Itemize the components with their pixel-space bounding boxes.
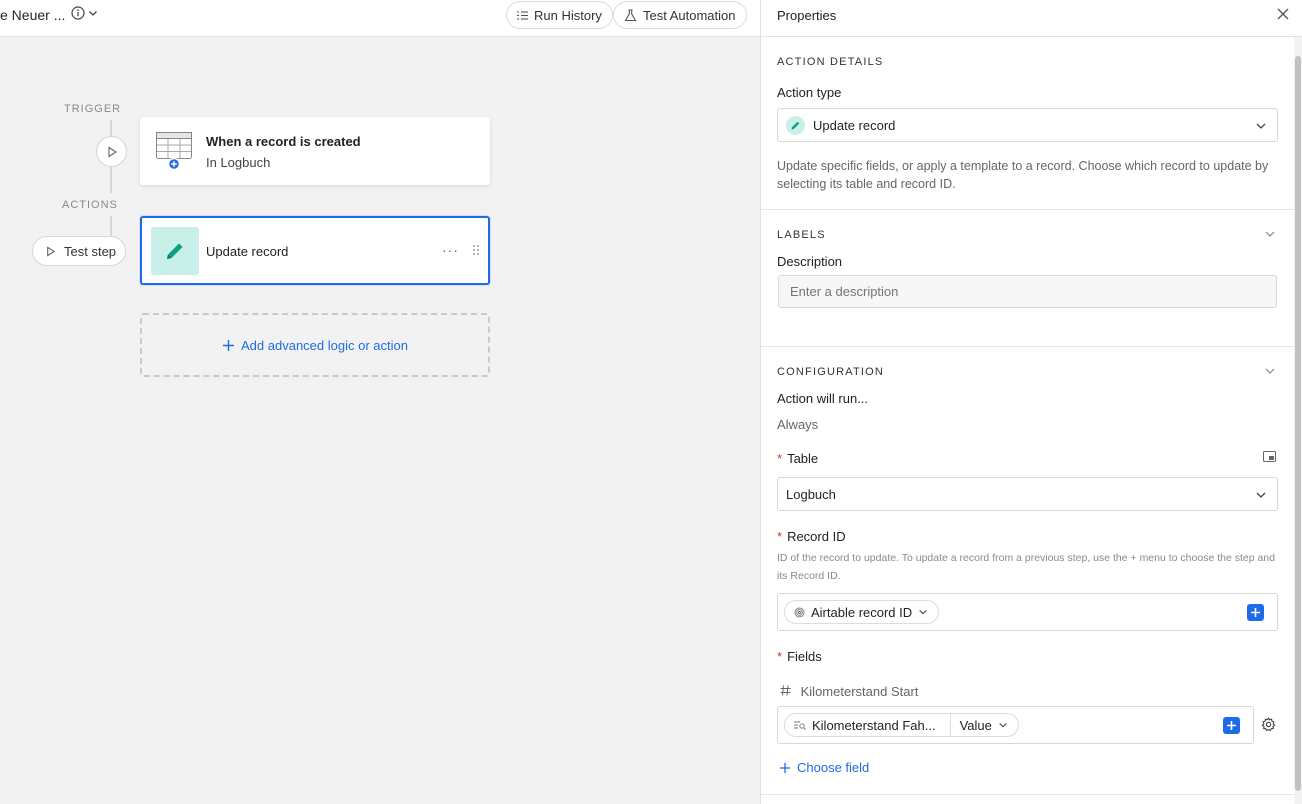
section-divider — [761, 346, 1295, 347]
insert-token-plus-icon[interactable] — [1223, 717, 1240, 734]
field-token-sub-label: Value — [959, 717, 992, 733]
properties-panel: Properties ACTION DETAILS Action type Up… — [760, 0, 1302, 804]
action-type-description: Update specific fields, or apply a templ… — [777, 159, 1269, 191]
chevron-down-icon — [998, 720, 1008, 730]
test-step-button[interactable]: Test step — [32, 236, 126, 266]
gear-icon[interactable] — [1261, 717, 1276, 732]
plus-icon — [779, 762, 791, 774]
table-label-text: Table — [787, 451, 819, 466]
play-icon — [45, 245, 56, 257]
record-id-chip[interactable]: Airtable record ID — [784, 600, 940, 624]
action-type-select[interactable]: Update record — [777, 108, 1278, 142]
lookup-field-icon — [794, 720, 806, 730]
table-select[interactable]: Logbuch — [777, 477, 1278, 511]
action-card-update-record[interactable]: Update record ··· — [140, 216, 490, 285]
add-advanced-logic-label: Add advanced logic or action — [241, 337, 408, 353]
run-history-button[interactable]: Run History — [506, 1, 613, 29]
chevron-down-icon[interactable] — [1264, 228, 1276, 240]
section-divider — [761, 209, 1295, 210]
required-mark: * — [777, 529, 783, 544]
required-mark: * — [777, 451, 783, 466]
chevron-down-icon — [918, 607, 928, 617]
test-automation-button[interactable]: Test Automation — [613, 1, 747, 29]
more-options-button[interactable]: ··· — [442, 242, 459, 258]
action-run-label: Action will run... — [777, 391, 869, 406]
number-hash-icon — [780, 685, 791, 696]
add-advanced-logic-button[interactable]: Add advanced logic or action — [140, 313, 490, 377]
fields-label-text: Fields — [787, 649, 822, 664]
test-step-label: Test step — [64, 243, 117, 259]
labels-heading: LABELS — [777, 229, 826, 241]
trigger-card[interactable]: When a record is created In Logbuch — [140, 117, 490, 185]
workflow-info-button[interactable] — [71, 6, 99, 20]
trigger-subtitle: In Logbuch — [206, 155, 271, 170]
table-grid-icon — [156, 132, 192, 170]
chevron-down-icon — [1255, 489, 1267, 501]
required-mark: * — [777, 649, 783, 664]
info-icon — [71, 6, 85, 20]
panel-header: Properties — [761, 0, 1302, 37]
description-input[interactable] — [778, 275, 1277, 308]
expand-panel-icon[interactable] — [1263, 451, 1276, 462]
record-id-help: ID of the record to update. To update a … — [777, 552, 1275, 582]
fingerprint-icon — [794, 607, 805, 618]
description-label: Description — [777, 254, 843, 269]
connector-line — [110, 216, 112, 236]
record-id-chip-label: Airtable record ID — [811, 604, 913, 620]
chevron-down-icon — [1255, 120, 1267, 132]
record-id-label-text: Record ID — [787, 529, 846, 544]
chevron-down-icon — [87, 7, 99, 19]
fields-label: * Fields — [777, 649, 822, 664]
field-name: Kilometerstand Start — [800, 684, 919, 699]
panel-title: Properties — [777, 8, 837, 23]
connector-line — [110, 120, 112, 136]
field-token-label: Kilometerstand Fah... — [812, 717, 936, 733]
field-value-input[interactable]: Kilometerstand Fah... Value — [777, 706, 1254, 744]
section-divider — [761, 794, 1295, 795]
configuration-heading: CONFIGURATION — [777, 366, 885, 378]
insert-token-plus-icon[interactable] — [1247, 604, 1264, 621]
play-icon — [106, 145, 118, 158]
pencil-icon — [786, 116, 805, 135]
trigger-title: When a record is created — [206, 134, 361, 149]
canvas-topbar: e Neuer ... Run History Test Automation — [0, 0, 760, 37]
action-details-heading: ACTION DETAILS — [777, 56, 884, 68]
trigger-section-label: TRIGGER — [64, 103, 122, 115]
test-automation-label: Test Automation — [643, 7, 736, 23]
workflow-title[interactable]: e Neuer ... — [0, 7, 65, 23]
field-token-chip[interactable]: Kilometerstand Fah... Value — [784, 713, 1019, 737]
flask-icon — [624, 8, 637, 22]
action-run-value: Always — [777, 417, 819, 432]
record-id-label: * Record ID — [777, 529, 846, 544]
action-card-title: Update record — [206, 244, 289, 259]
table-label: * Table — [777, 451, 818, 466]
test-trigger-button[interactable] — [96, 136, 127, 167]
close-icon[interactable] — [1277, 8, 1289, 20]
pencil-icon — [151, 227, 199, 275]
field-name-row: Kilometerstand Start — [780, 684, 918, 699]
plus-icon — [222, 339, 235, 352]
record-id-input[interactable]: Airtable record ID — [777, 593, 1278, 631]
run-history-label: Run History — [534, 7, 602, 23]
drag-handle-icon[interactable] — [472, 244, 480, 256]
field-token-value-selector[interactable]: Value — [949, 714, 1018, 736]
scrollbar-thumb[interactable] — [1295, 56, 1301, 791]
chevron-down-icon[interactable] — [1264, 365, 1276, 377]
list-icon — [517, 10, 528, 21]
choose-field-label: Choose field — [797, 760, 870, 775]
action-type-label: Action type — [777, 85, 842, 100]
action-type-value: Update record — [813, 118, 896, 133]
connector-line — [110, 167, 112, 193]
actions-section-label: ACTIONS — [62, 199, 118, 211]
choose-field-button[interactable]: Choose field — [779, 760, 869, 775]
table-value: Logbuch — [786, 487, 836, 502]
